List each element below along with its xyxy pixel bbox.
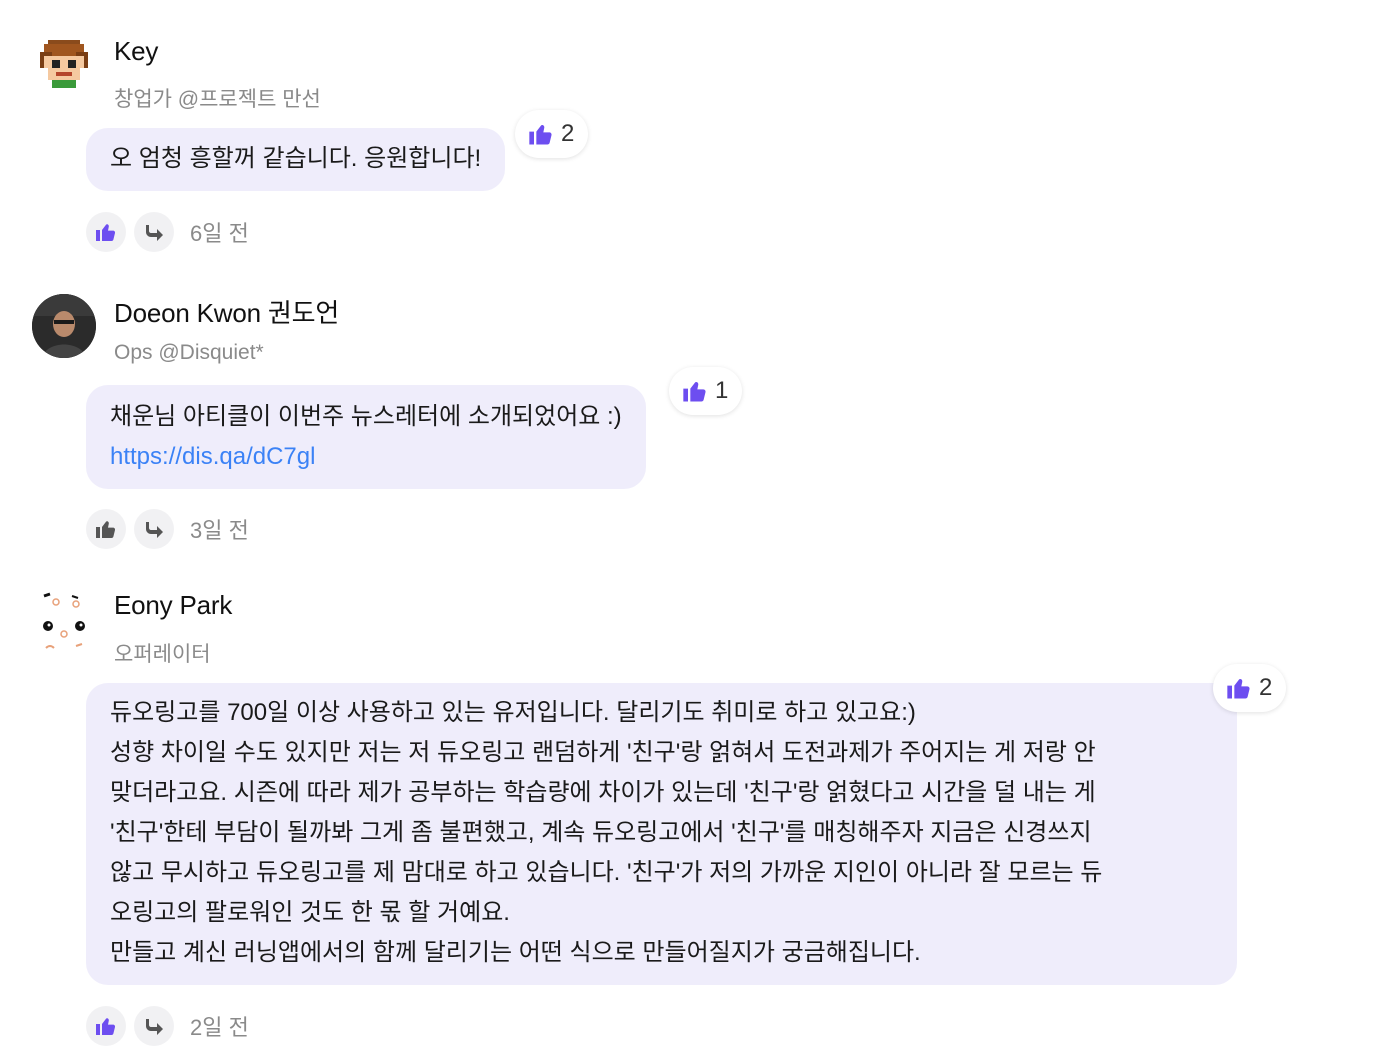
author-subtitle: 창업가 @프로젝트 만선 xyxy=(114,88,321,111)
comment-time: 6일 전 xyxy=(190,221,249,246)
author-name[interactable]: Eony Park xyxy=(114,590,232,621)
author-subtitle: Ops @Disquiet* xyxy=(114,341,264,364)
comment-bubble: 오 엄청 흥할꺼 같습니다. 응원합니다! xyxy=(86,128,506,191)
author-name[interactable]: Doeon Kwon 권도언 xyxy=(114,293,339,330)
author-subtitle: 오퍼레이터 xyxy=(114,643,211,666)
thumbs-up-icon xyxy=(96,521,116,538)
reaction-badge[interactable]: 1 xyxy=(669,367,743,415)
comment-actions: 2일 전 xyxy=(86,1006,249,1046)
comment-text-line: 만들고 계신 러닝앱에서의 함께 달리기는 어떤 식으로 만들어질지가 궁금해집… xyxy=(110,939,921,966)
comment-bubble: 채운님 아티클이 이번주 뉴스레터에 소개되었어요 :) https://dis… xyxy=(86,385,646,489)
reply-arrow-icon xyxy=(146,225,163,241)
reaction-badge[interactable]: 2 xyxy=(1213,664,1287,712)
like-button[interactable] xyxy=(86,212,126,252)
thumbs-up-icon xyxy=(529,125,552,145)
like-button[interactable] xyxy=(86,509,126,549)
reaction-badge[interactable]: 2 xyxy=(515,110,589,158)
reply-arrow-icon xyxy=(146,1019,163,1035)
author-name[interactable]: Key xyxy=(114,36,158,67)
comment-text-line: 맞더라고요. 시즌에 따라 제가 공부하는 학습량에 차이가 있는데 '친구'랑… xyxy=(110,779,1096,806)
comment-time: 2일 전 xyxy=(190,1015,249,1040)
comment-text: 채운님 아티클이 이번주 뉴스레터에 소개되었어요 :) xyxy=(110,403,622,430)
avatar[interactable] xyxy=(32,294,96,358)
thumbs-up-icon xyxy=(683,382,706,402)
comment-time: 3일 전 xyxy=(190,518,249,543)
comment-text-line: 듀오링고를 700일 이상 사용하고 있는 유저입니다. 달리기도 취미로 하고… xyxy=(110,699,916,726)
reply-button[interactable] xyxy=(134,509,174,549)
reaction-count: 2 xyxy=(561,120,575,147)
reply-button[interactable] xyxy=(134,1006,174,1046)
comment-text-line: 않고 무시하고 듀오링고를 제 맘대로 하고 있습니다. '친구'가 저의 가까… xyxy=(110,859,1103,886)
comment-bubble: 듀오링고를 700일 이상 사용하고 있는 유저입니다. 달리기도 취미로 하고… xyxy=(86,683,1237,985)
like-button[interactable] xyxy=(86,1006,126,1046)
comment-text-line: 성향 차이일 수도 있지만 저는 저 듀오링고 랜덤하게 '친구'랑 얽혀서 도… xyxy=(110,739,1096,766)
reply-button[interactable] xyxy=(134,212,174,252)
avatar[interactable] xyxy=(32,36,96,100)
thumbs-up-icon xyxy=(1227,679,1250,699)
thumbs-up-icon xyxy=(96,1018,116,1035)
comment-actions: 3일 전 xyxy=(86,509,249,549)
thumbs-up-icon xyxy=(96,224,116,241)
comment-actions: 6일 전 xyxy=(86,212,249,252)
reply-arrow-icon xyxy=(146,522,163,538)
comment-text-line: '친구'한테 부담이 될까봐 그게 좀 불편했고, 계속 듀오링고에서 '친구'… xyxy=(110,819,1092,846)
comment-link[interactable]: https://dis.qa/dC7gl xyxy=(110,443,315,470)
comment-text: 오 엄청 흥할꺼 같습니다. 응원합니다! xyxy=(110,145,482,172)
reaction-count: 1 xyxy=(715,377,729,404)
reaction-count: 2 xyxy=(1259,674,1273,701)
doodle-avatar-icon xyxy=(43,592,85,649)
comment-text-line: 오링고의 팔로워인 것도 한 몫 할 거예요. xyxy=(110,899,510,926)
photo-avatar xyxy=(32,294,96,358)
pixel-avatar-icon xyxy=(40,40,88,88)
avatar[interactable] xyxy=(32,590,96,654)
